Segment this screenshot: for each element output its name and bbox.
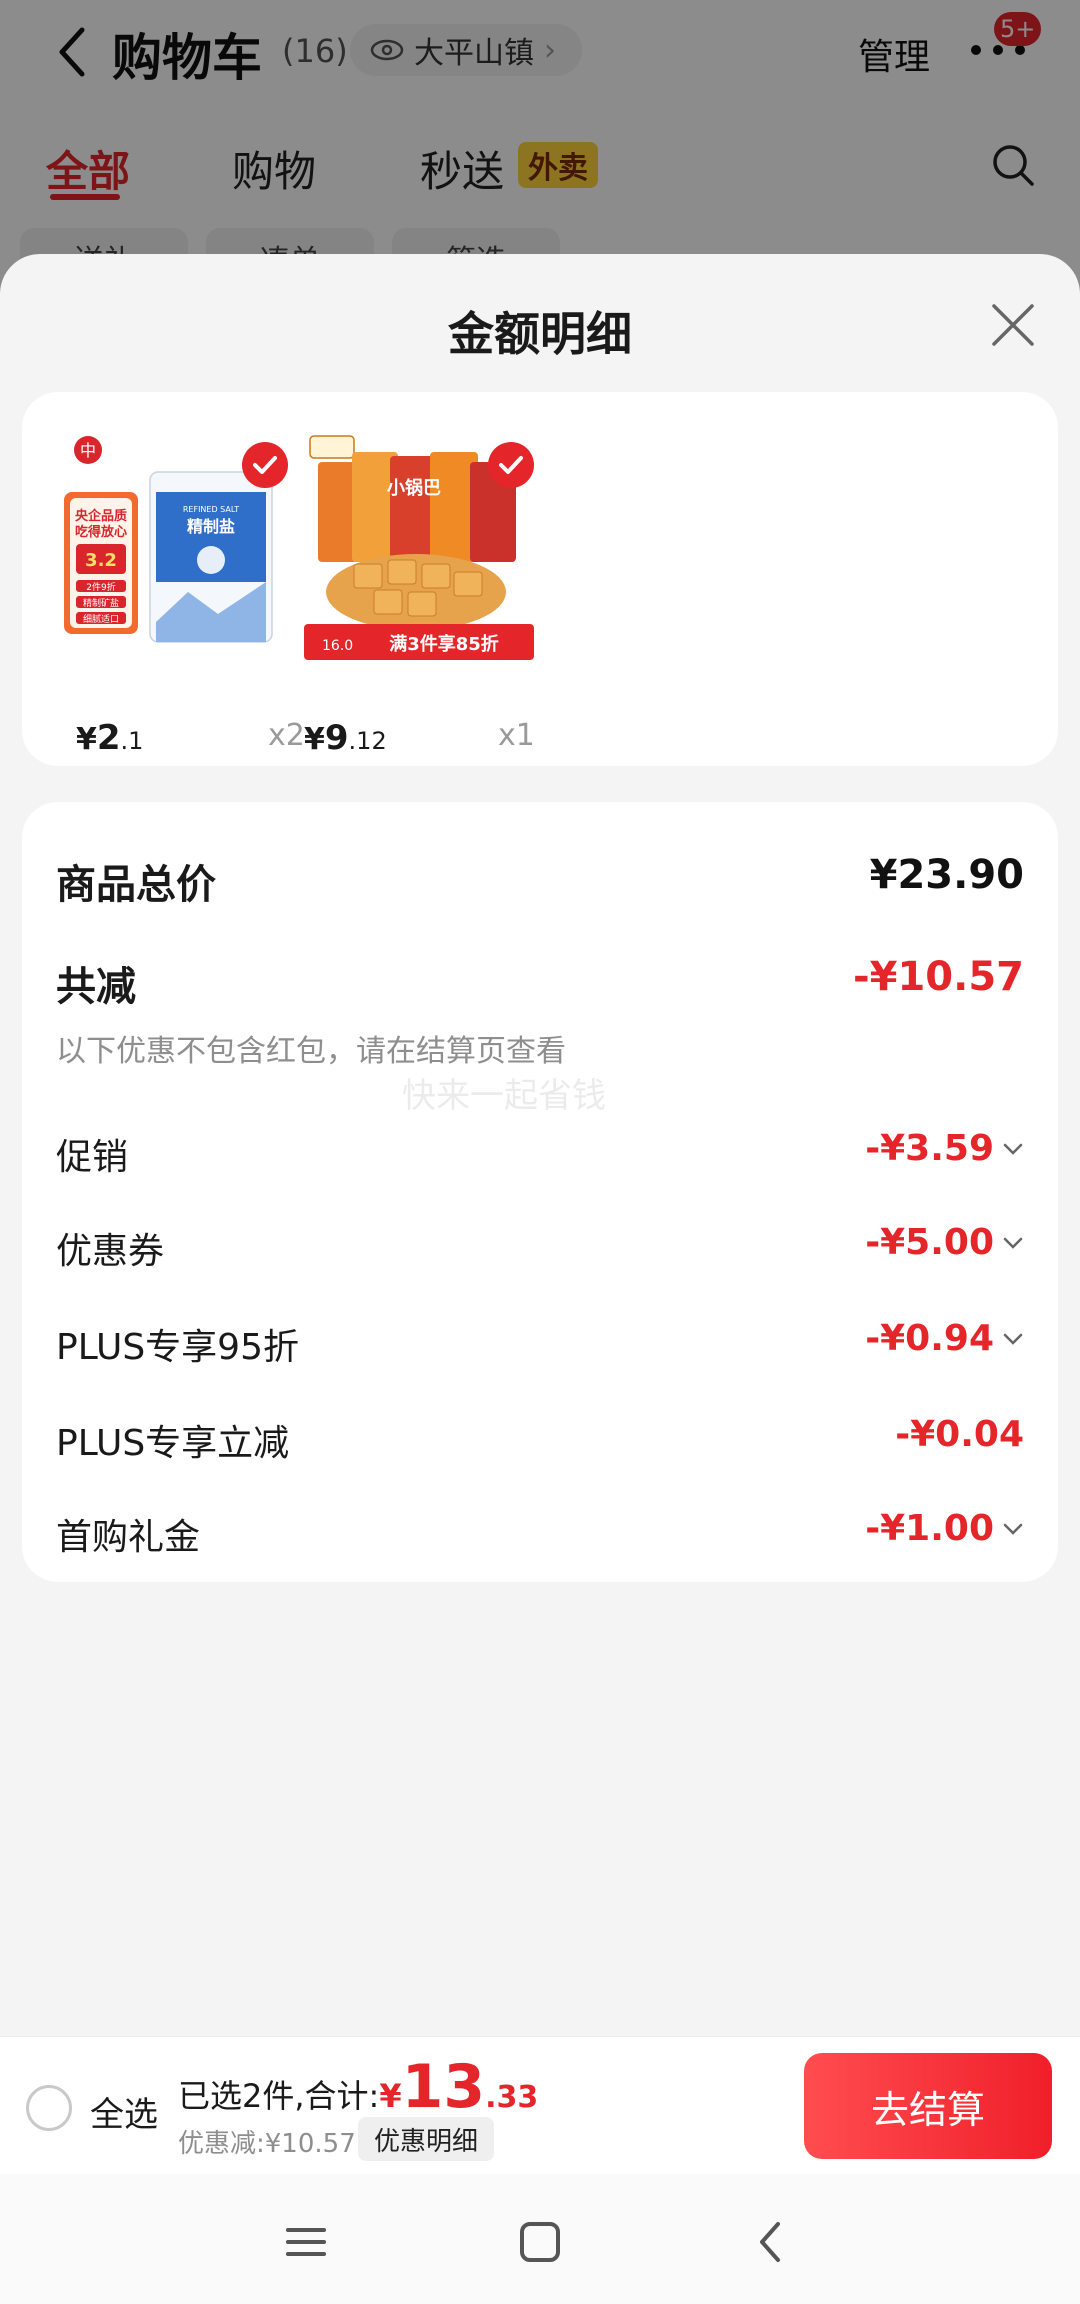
- salt-promo-line-2: 吃得放心: [75, 524, 127, 540]
- checkout-bar: 全选 已选2件,合计: ¥ 13 .33 优惠减:¥10.57 优惠明细 去结算: [0, 2036, 1080, 2174]
- selected-count-text: 已选2件,合计:: [178, 2077, 380, 2115]
- total-integer: 13: [401, 2052, 486, 2122]
- total-reduction-row: 共减 -¥10.57: [56, 954, 1024, 1014]
- watermark-text: 快来一起省钱: [402, 1076, 606, 1116]
- discount-value: -¥0.04: [895, 1414, 1024, 1455]
- salt-promo-sub-2: 精制矿盐: [83, 597, 119, 609]
- product-quantity: x2: [268, 718, 305, 753]
- snack-banner: 满3件享85折: [389, 633, 499, 655]
- total-reduction-label: 共减: [56, 964, 136, 1010]
- total-price-value: ¥23.90: [869, 852, 1024, 898]
- system-navigation-bar: [0, 2174, 1080, 2304]
- select-all-checkbox[interactable]: [26, 2085, 72, 2131]
- discount-value: -¥5.00: [865, 1222, 1024, 1263]
- discount-row-plus-reduce: PLUS专享立减 -¥0.04: [56, 1414, 1024, 1474]
- selected-check-icon[interactable]: [488, 442, 534, 488]
- discount-value: -¥1.00: [865, 1508, 1024, 1549]
- discount-value: -¥0.94: [865, 1318, 1024, 1359]
- snack-brand: 小锅巴: [387, 477, 441, 499]
- discount-row-plus-95[interactable]: PLUS专享95折 -¥0.94: [56, 1318, 1024, 1378]
- discount-detail-button[interactable]: 优惠明细: [358, 2117, 495, 2161]
- product-price: ¥9.12: [304, 718, 387, 758]
- chevron-down-icon: [1003, 1523, 1023, 1535]
- discount-value: -¥3.59: [865, 1128, 1024, 1169]
- select-all-label[interactable]: 全选: [90, 2087, 158, 2136]
- product-price: ¥2.1: [76, 718, 144, 758]
- chevron-down-icon: [1003, 1237, 1023, 1249]
- total-price-row: 商品总价 ¥23.90: [56, 852, 1024, 912]
- salt-bag-english: REFINED SALT: [183, 505, 239, 514]
- discount-label: 首购礼金: [56, 1517, 201, 1558]
- discount-label: PLUS专享立减: [56, 1423, 290, 1464]
- home-icon[interactable]: [510, 2212, 570, 2272]
- discount-note: 以下优惠不包含红包，请在结算页查看: [56, 1034, 566, 1069]
- chevron-down-icon: [1003, 1333, 1023, 1345]
- discount-label: 促销: [56, 1137, 129, 1178]
- product-item[interactable]: 小锅巴 16.0 满3件享85折 ¥9.12 x1: [304, 432, 535, 758]
- discount-label: PLUS专享95折: [56, 1327, 299, 1368]
- checkout-button[interactable]: 去结算: [804, 2053, 1052, 2159]
- close-icon[interactable]: [988, 300, 1038, 350]
- snack-banner-price: 16.0: [322, 638, 353, 654]
- discount-row-first-purchase[interactable]: 首购礼金 -¥1.00: [56, 1508, 1024, 1568]
- total-reduction-value: -¥10.57: [853, 954, 1024, 1000]
- product-item[interactable]: 中 央企品质 吃得放心 3.2 2件9折 精制矿盐 细腻适口 REFINED S…: [58, 432, 305, 758]
- price-detail-sheet: 金额明细 中 央企品质 吃得放心 3.2 2件9折 精制矿盐 细腻适口 REFI…: [0, 254, 1080, 2036]
- salt-bag-label: 精制盐: [187, 517, 235, 536]
- discount-row-promotion[interactable]: 促销 -¥3.59: [56, 1128, 1024, 1188]
- salt-promo-sub-1: 2件9折: [86, 581, 115, 593]
- price-breakdown-card: 商品总价 ¥23.90 共减 -¥10.57 以下优惠不包含红包，请在结算页查看…: [22, 802, 1058, 1582]
- selected-check-icon[interactable]: [242, 442, 288, 488]
- salt-promo-sub-3: 细腻适口: [83, 613, 119, 625]
- svg-text:中: 中: [80, 441, 96, 460]
- saved-amount: 优惠减:¥10.57: [178, 2129, 356, 2159]
- sheet-title: 金额明细: [448, 307, 632, 361]
- salt-promo-price: 3.2: [85, 550, 117, 571]
- back-nav-icon[interactable]: [742, 2212, 802, 2272]
- menu-icon[interactable]: [276, 2212, 336, 2272]
- total-price-label: 商品总价: [56, 862, 216, 908]
- order-summary: 已选2件,合计: ¥ 13 .33: [178, 2057, 538, 2117]
- total-currency: ¥: [379, 2077, 402, 2115]
- discount-label: 优惠券: [56, 1231, 165, 1272]
- product-quantity: x1: [498, 718, 535, 753]
- selected-products-card: 中 央企品质 吃得放心 3.2 2件9折 精制矿盐 细腻适口 REFINED S…: [22, 392, 1058, 766]
- discount-row-coupon[interactable]: 优惠券 -¥5.00: [56, 1222, 1024, 1282]
- chevron-down-icon: [1003, 1143, 1023, 1155]
- total-decimal: .33: [485, 2080, 539, 2115]
- salt-promo-line-1: 央企品质: [75, 508, 127, 524]
